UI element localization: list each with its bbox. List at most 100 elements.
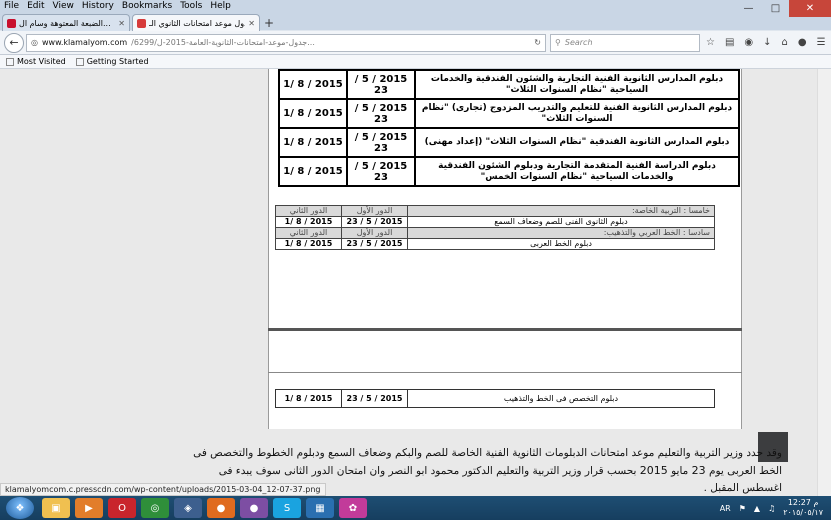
calligraphy-table: دبلوم التخصص فى الخط والتذهيب 2015 / 5 /… (275, 389, 715, 408)
reload-icon[interactable]: ↻ (534, 38, 541, 47)
volume-icon[interactable]: ♫ (768, 504, 775, 513)
clock[interactable]: 12:27 م ٢٠١٥/٠٥/١٧ (783, 498, 823, 518)
bookmark-label: Most Visited (17, 57, 66, 66)
first-round-date: 2015 / 5 / 23 (346, 127, 416, 158)
network-icon[interactable]: ▲ (754, 504, 760, 513)
firefox-icon[interactable]: ● (207, 498, 235, 518)
close-tab-icon[interactable]: ✕ (248, 19, 255, 28)
window-titlebar: File Edit View History Bookmarks Tools H… (0, 0, 831, 31)
home-icon[interactable]: ⌂ (782, 37, 788, 48)
menu-file[interactable]: File (0, 0, 23, 13)
second-round-date: 2015 / 8 /1 (278, 127, 348, 158)
first-round-date: 2015 / 5 / 23 (341, 238, 408, 250)
article-fragment: بحسب قرار وزير التربية والتعليم الدكتور … (218, 465, 637, 477)
gear-icon (6, 57, 14, 66)
bookmark-getting-started[interactable]: Getting Started (75, 57, 149, 66)
vertical-scrollbar[interactable] (817, 69, 831, 501)
globe-icon: ◎ (31, 38, 38, 47)
table-row: دبلوم المدارس الثانوية الفنية للتعليم وا… (278, 98, 740, 129)
chat-icon[interactable]: ● (798, 37, 807, 48)
clock-time: 12:27 م (787, 498, 819, 507)
first-round-date: 2015 / 5 / 23 (341, 216, 408, 228)
close-tab-icon[interactable]: ✕ (118, 19, 125, 28)
col-first-round: الدور الأول (341, 205, 408, 217)
tab-title: الضبعة المعتوهة وسام ال... (19, 18, 111, 28)
download-icon[interactable]: ↓ (763, 37, 771, 48)
bookmark-star-icon[interactable]: ☆ (706, 37, 715, 48)
article-number: 23 (691, 464, 706, 477)
page-icon (75, 57, 84, 66)
skype-icon[interactable]: S (273, 498, 301, 518)
app-icon[interactable]: ◈ (174, 498, 202, 518)
diploma-name: دبلوم المدارس الثانوية الفنية للتعليم وا… (414, 98, 740, 129)
menu-bookmarks[interactable]: Bookmarks (118, 0, 176, 13)
back-button[interactable]: ← (4, 32, 24, 53)
menu-help[interactable]: Help (206, 0, 235, 13)
tab-1[interactable]: الضبعة المعتوهة وسام ال... ✕ (2, 14, 130, 31)
language-indicator[interactable]: AR (720, 504, 731, 513)
search-input[interactable]: ⚲ Search (550, 33, 700, 52)
article-line: وقد حدد وزير التربية والتعليم موعد امتحا… (193, 447, 782, 459)
taskbar: ❖ ▣ ▶ O ◎ ◈ ● ● S ▦ ✿ AR ⚑ ▲ ♫ 12:27 م ٢… (0, 496, 831, 520)
heart-favicon-icon (7, 18, 16, 28)
url-host: www.klamalyom.com (41, 38, 128, 47)
second-round-date: 2015 / 8 /1 (278, 156, 348, 187)
article-fragment: مايو (671, 465, 689, 477)
section-title: خامسا : التربية الخاصة: (407, 205, 715, 217)
exam-schedule-table: دبلوم المدارس الثانوية الفنية التجارية و… (278, 69, 740, 187)
tab-strip: الضبعة المعتوهة وسام ال... ✕ جدول موعد ا… (0, 13, 278, 31)
url-path: /6299/جدول-موعد-امتحانات-الثانوية-العامة… (131, 38, 315, 47)
tab-title: جدول موعد امتحانات الثانوي الـ... (149, 18, 245, 28)
bookmarks-toolbar: Most Visited Getting Started (0, 55, 831, 69)
search-placeholder: Search (564, 38, 593, 47)
menu-history[interactable]: History (78, 0, 118, 13)
article-number: 2015 (639, 464, 668, 477)
diploma-name: دبلوم الثانوى الفنى للصم وضعاف السمع (407, 216, 715, 228)
special-education-table: خامسا : التربية الخاصة: الدور الأول الدو… (275, 205, 715, 250)
maximize-button[interactable]: □ (762, 0, 789, 17)
navigation-toolbar: ← ◎ www.klamalyom.com/6299/جدول-موعد-امت… (0, 31, 831, 55)
system-tray: AR ⚑ ▲ ♫ 12:27 م ٢٠١٥/٠٥/١٧ (720, 496, 823, 520)
menu-icon[interactable]: ☰ (817, 37, 826, 48)
first-round-date: 2015 / 5 / 23 (346, 156, 416, 187)
table-row: دبلوم الخط العربى 2015 / 5 / 23 2015 / 8… (275, 238, 715, 250)
second-round-date: 2015 / 8 /1 (278, 98, 348, 129)
media-player-icon[interactable]: ▶ (75, 498, 103, 518)
bookmark-most-visited[interactable]: Most Visited (6, 57, 66, 66)
menu-edit[interactable]: Edit (23, 0, 48, 13)
toolbar-icons: ☆ ▤ ◉ ↓ ⌂ ● ☰ (706, 37, 826, 48)
app-icon[interactable]: ▦ (306, 498, 334, 518)
second-round-date: 2015 / 8 /1 (275, 216, 342, 228)
url-bar[interactable]: ◎ www.klamalyom.com/6299/جدول-موعد-امتحا… (26, 33, 546, 52)
menu-tools[interactable]: Tools (176, 0, 206, 13)
diploma-name: دبلوم التخصص فى الخط والتذهيب (407, 389, 715, 408)
diploma-name: دبلوم المدارس الثانوية الفندقية "نظام ال… (414, 127, 740, 158)
first-round-date: 2015 / 5 / 23 (341, 389, 408, 408)
new-tab-button[interactable]: + (260, 14, 278, 31)
chrome-icon[interactable]: ◎ (141, 498, 169, 518)
diploma-name: دبلوم المدارس الثانوية الفنية التجارية و… (414, 69, 740, 100)
start-button[interactable]: ❖ (6, 497, 34, 519)
table-row: دبلوم الدراسة الفنية المتقدمة التجارية و… (278, 156, 740, 187)
taskbar-apps: ▣ ▶ O ◎ ◈ ● ● S ▦ ✿ (42, 498, 367, 518)
menu-bar: File Edit View History Bookmarks Tools H… (0, 0, 235, 13)
page-content: دبلوم المدارس الثانوية الفنية التجارية و… (0, 69, 831, 501)
pocket-icon[interactable]: ◉ (744, 37, 753, 48)
opera-icon[interactable]: O (108, 498, 136, 518)
minimize-button[interactable]: — (735, 0, 762, 17)
second-round-date: 2015 / 8 /1 (278, 69, 348, 100)
menu-view[interactable]: View (49, 0, 78, 13)
close-window-button[interactable]: ✕ (789, 0, 831, 17)
divider (268, 328, 742, 331)
flag-icon[interactable]: ⚑ (739, 504, 746, 513)
reading-list-icon[interactable]: ▤ (725, 37, 734, 48)
search-icon: ⚲ (555, 38, 561, 47)
table-row: دبلوم الثانوى الفنى للصم وضعاف السمع 201… (275, 216, 715, 228)
file-explorer-icon[interactable]: ▣ (42, 498, 70, 518)
app-icon[interactable]: ✿ (339, 498, 367, 518)
tab-2[interactable]: جدول موعد امتحانات الثانوي الـ... ✕ (132, 14, 260, 31)
app-icon[interactable]: ● (240, 498, 268, 518)
clock-date: ٢٠١٥/٠٥/١٧ (783, 508, 823, 517)
second-round-date: 2015 / 8 /1 (275, 238, 342, 250)
first-round-date: 2015 / 5 / 23 (346, 69, 416, 100)
